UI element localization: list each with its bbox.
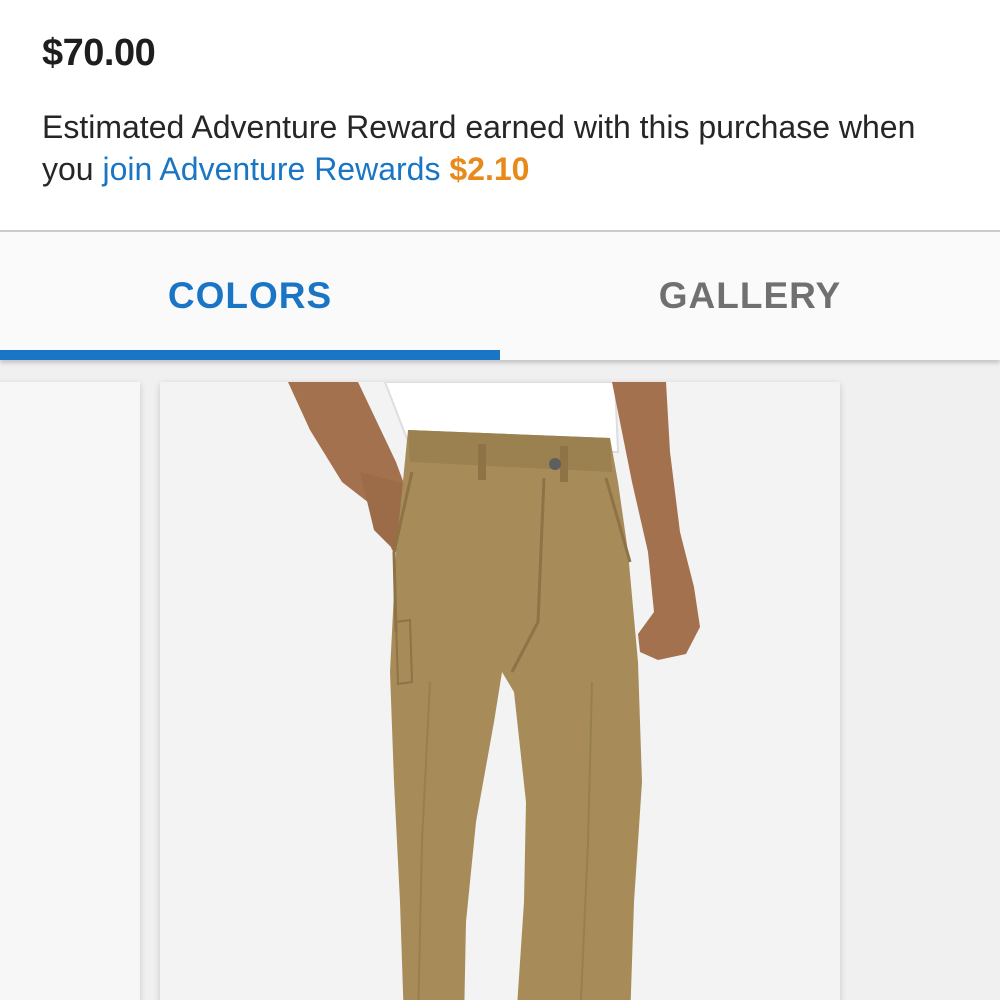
tab-gallery[interactable]: GALLERY: [500, 232, 1000, 360]
reward-estimate: Estimated Adventure Reward earned with t…: [42, 106, 972, 190]
product-image-card[interactable]: [160, 382, 840, 1000]
product-price: $70.00: [42, 32, 156, 74]
tab-colors[interactable]: COLORS: [0, 232, 500, 360]
price-section: $70.00 Estimated Adventure Reward earned…: [0, 0, 1000, 230]
product-page: $70.00 Estimated Adventure Reward earned…: [0, 0, 1000, 1000]
khaki-pants-icon: [288, 382, 700, 1000]
tab-bar: COLORS GALLERY: [0, 232, 1000, 360]
previous-image-card[interactable]: [0, 382, 140, 1000]
image-carousel[interactable]: [0, 360, 1000, 1000]
active-tab-indicator: [0, 350, 500, 360]
join-rewards-link[interactable]: join Adventure Rewards: [102, 151, 440, 187]
reward-amount: $2.10: [449, 151, 530, 187]
